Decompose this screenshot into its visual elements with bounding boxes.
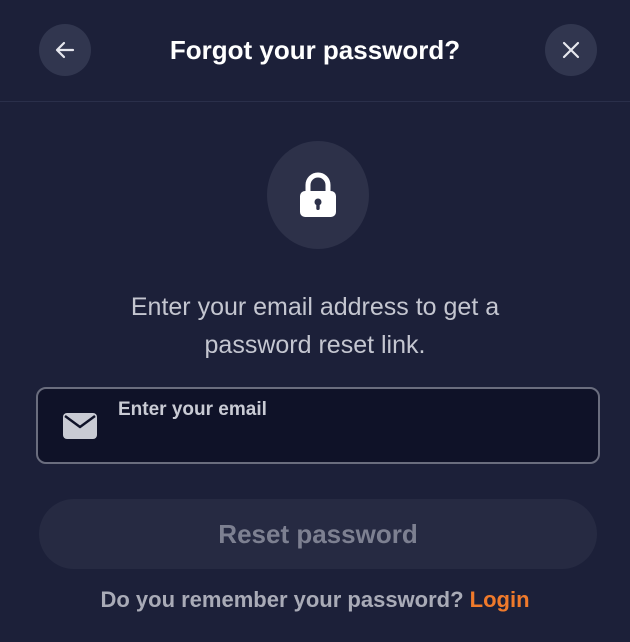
email-field[interactable]: [36, 387, 600, 464]
page-title: Forgot your password?: [169, 35, 461, 65]
back-button[interactable]: [39, 24, 91, 76]
arrow-left-icon: [55, 41, 75, 59]
close-button[interactable]: [545, 24, 597, 76]
instructions-line-2: password reset link.: [204, 331, 426, 359]
forgot-password-modal: Forgot your password? Enter your email a…: [0, 0, 630, 642]
instructions-text: Enter your email address to get a passwo…: [70, 288, 560, 364]
modal-header: Forgot your password?: [0, 0, 630, 102]
lock-badge: [267, 141, 369, 249]
lock-icon: [300, 172, 336, 217]
reset-password-button[interactable]: Reset password: [39, 499, 597, 569]
email-input[interactable]: [118, 397, 578, 423]
instructions-line-1: Enter your email address to get a: [130, 293, 500, 321]
close-icon: [562, 41, 580, 59]
login-link[interactable]: Login: [470, 587, 530, 612]
remember-password-text: Do you remember your password?: [100, 587, 464, 612]
login-prompt: Do you remember your password? Login: [0, 585, 630, 615]
mail-icon: [63, 413, 97, 439]
